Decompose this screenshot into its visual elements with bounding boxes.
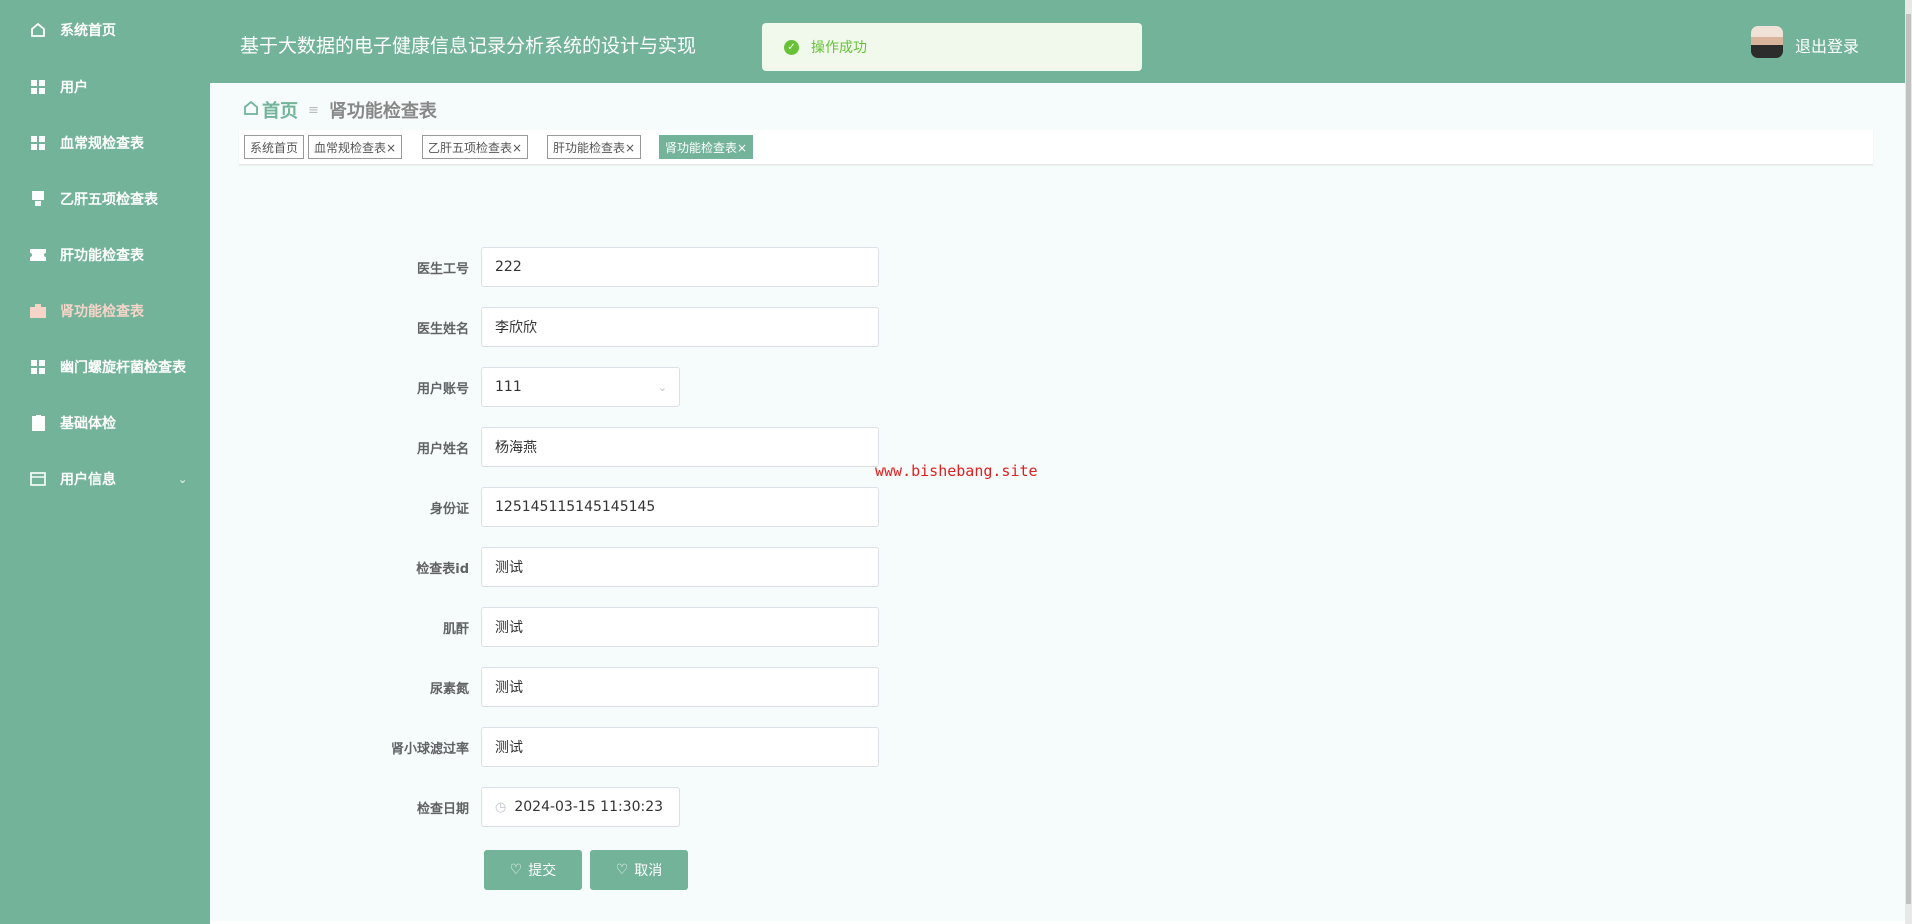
- form-row-exam-date: 检查日期 ◷ 2024-03-15 11:30:23: [210, 787, 1110, 827]
- tab-blood-routine[interactable]: 血常规检查表×: [308, 135, 403, 159]
- exam-id-input[interactable]: 测试: [481, 547, 879, 587]
- watermark: www.bishebang.site: [875, 462, 1038, 480]
- main-content: 首页 ≡ 肾功能检查表 系统首页 血常规检查表× 乙肝五项检查表× 肝功能检查表…: [210, 83, 1905, 921]
- form-row-gfr: 肾小球滤过率 测试: [210, 727, 1110, 767]
- heart-icon: ♡: [615, 862, 629, 878]
- sidebar-item-blood-routine[interactable]: 血常规检查表: [0, 118, 210, 168]
- home-icon: [30, 22, 46, 38]
- sidebar-item-liver[interactable]: 肝功能检查表: [0, 230, 210, 280]
- clipboard-icon: [30, 415, 46, 431]
- check-circle-icon: ✓: [784, 39, 799, 55]
- doctor-name-input[interactable]: 李欣欣: [481, 307, 879, 347]
- logout-button[interactable]: 退出登录: [1795, 33, 1859, 57]
- sidebar-item-basic-checkup[interactable]: 基础体检: [0, 398, 210, 448]
- briefcase-icon: [30, 303, 46, 319]
- sidebar: 系统首页 用户 血常规检查表 乙肝五项检查表 肝功能检查表 肾功能检查表 幽门螺…: [0, 0, 210, 924]
- sidebar-item-user-info[interactable]: 用户信息 ⌄: [0, 454, 210, 504]
- breadcrumb: 首页 ≡ 肾功能检查表: [243, 97, 437, 123]
- scrollbar[interactable]: [1905, 0, 1912, 924]
- user-name-input[interactable]: 杨海燕: [481, 427, 879, 467]
- creatinine-input[interactable]: 测试: [481, 607, 879, 647]
- tabs-bar: 系统首页 血常规检查表× 乙肝五项检查表× 肝功能检查表× 肾功能检查表×: [239, 130, 1873, 165]
- sidebar-item-kidney[interactable]: 肾功能检查表: [0, 286, 210, 336]
- sidebar-item-hepatitis-b[interactable]: 乙肝五项检查表: [0, 174, 210, 224]
- grid-icon: [30, 359, 46, 375]
- flag-icon: [30, 191, 46, 207]
- scrollbar-thumb[interactable]: [1906, 14, 1911, 904]
- card-icon: [30, 471, 46, 487]
- form-row-exam-id: 检查表id 测试: [210, 547, 1110, 587]
- breadcrumb-separator: ≡: [308, 102, 319, 118]
- sidebar-item-users[interactable]: 用户: [0, 62, 210, 112]
- breadcrumb-current: 肾功能检查表: [328, 101, 437, 122]
- form-row-urea-nitrogen: 尿素氮 测试: [210, 667, 1110, 707]
- breadcrumb-home[interactable]: 首页: [262, 97, 298, 123]
- cancel-button[interactable]: ♡ 取消: [590, 850, 688, 890]
- success-toast: ✓ 操作成功: [762, 23, 1142, 71]
- clock-icon: ◷: [495, 799, 507, 815]
- form-row-id-card: 身份证 125145115145145145: [210, 487, 1110, 527]
- app-title: 基于大数据的电子健康信息记录分析系统的设计与实现: [240, 35, 697, 57]
- tab-kidney[interactable]: 肾功能检查表×: [659, 135, 754, 159]
- heart-icon: ♡: [509, 862, 523, 878]
- tab-home[interactable]: 系统首页: [244, 135, 305, 159]
- chevron-down-icon: ⌄: [178, 472, 188, 486]
- sidebar-item-home[interactable]: 系统首页: [0, 5, 210, 55]
- sidebar-item-helicobacter[interactable]: 幽门螺旋杆菌检查表: [0, 342, 210, 392]
- grid-icon: [30, 79, 46, 95]
- form-row-user-account: 用户账号 111 ⌄: [210, 367, 1110, 407]
- exam-date-picker[interactable]: ◷ 2024-03-15 11:30:23: [481, 787, 680, 827]
- gfr-input[interactable]: 测试: [481, 727, 879, 767]
- form-row-user-name: 用户姓名 杨海燕: [210, 427, 1110, 467]
- home-icon: [243, 100, 259, 121]
- ticket-icon: [30, 247, 46, 263]
- user-account-select[interactable]: 111 ⌄: [481, 367, 680, 407]
- urea-nitrogen-input[interactable]: 测试: [481, 667, 879, 707]
- form-row-doctor-name: 医生姓名 李欣欣: [210, 307, 1110, 347]
- form-row-doctor-id: 医生工号 222: [210, 247, 1110, 287]
- form-row-creatinine: 肌酐 测试: [210, 607, 1110, 647]
- chevron-down-icon: ⌄: [657, 380, 667, 394]
- tab-hepatitis-b[interactable]: 乙肝五项检查表×: [422, 135, 529, 159]
- id-card-input[interactable]: 125145115145145145: [481, 487, 879, 527]
- doctor-id-input[interactable]: 222: [481, 247, 879, 287]
- submit-button[interactable]: ♡ 提交: [484, 850, 582, 890]
- tab-liver[interactable]: 肝功能检查表×: [547, 135, 642, 159]
- avatar[interactable]: [1751, 26, 1783, 58]
- grid-icon: [30, 135, 46, 151]
